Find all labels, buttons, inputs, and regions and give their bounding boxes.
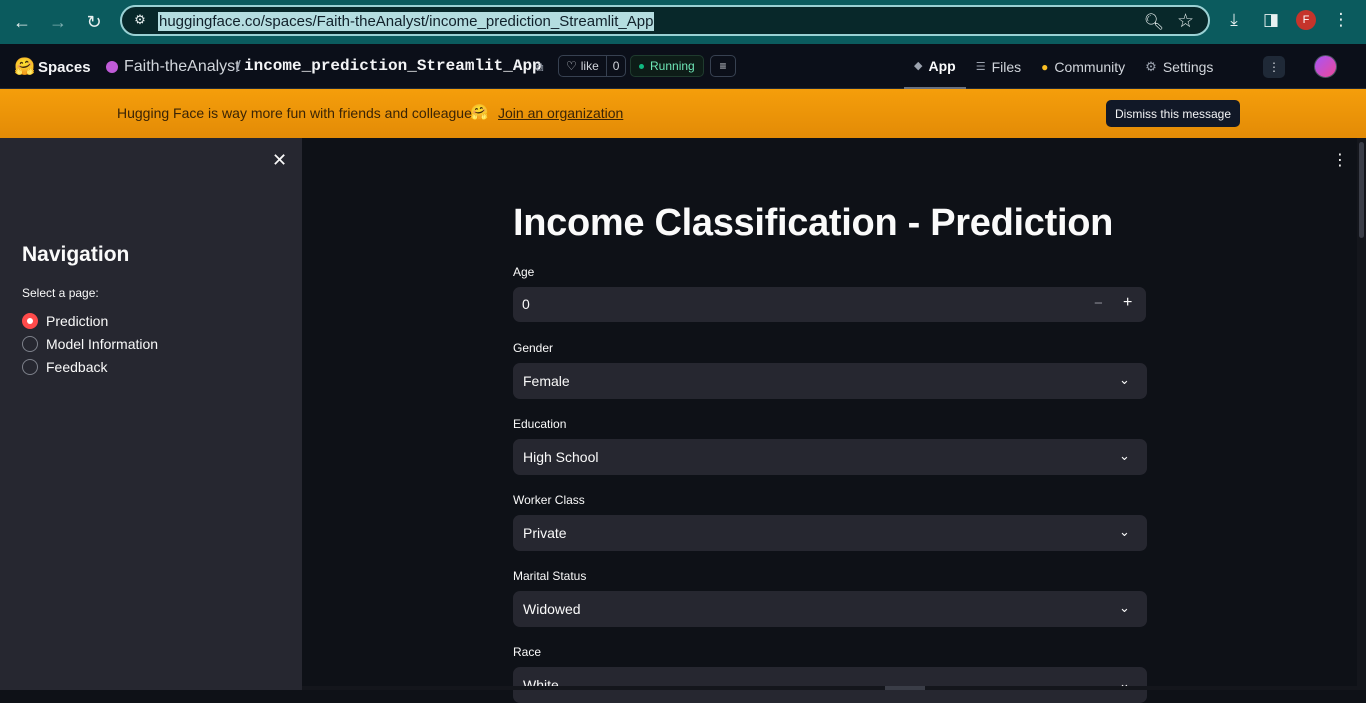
page-radio-group: Prediction Model Information Feedback: [22, 309, 158, 378]
worker-class-value: Private: [523, 525, 567, 541]
race-value: White: [523, 677, 559, 693]
tab-label: Settings: [1162, 58, 1214, 75]
dismiss-button[interactable]: Dismiss this message: [1106, 100, 1240, 127]
age-number-input[interactable]: 0 − +: [513, 287, 1146, 322]
side-panel-icon[interactable]: ◨: [1259, 8, 1283, 32]
gender-label: Gender: [513, 341, 554, 355]
gear-icon: ⚙: [1145, 58, 1157, 74]
decrement-icon[interactable]: −: [1094, 295, 1103, 312]
org-banner: Hugging Face is way more fun with friend…: [0, 89, 1366, 138]
education-label: Education: [513, 417, 567, 431]
status-badge[interactable]: Running: [630, 55, 704, 77]
hf-header: 🤗 Spaces Faith-theAnalyst / income_predi…: [0, 44, 1366, 89]
radio-unselected-icon[interactable]: [22, 358, 38, 375]
tab-files[interactable]: ☰ Files: [966, 44, 1031, 89]
heart-icon: ♡: [566, 59, 577, 73]
radio-model-information[interactable]: Model Information: [22, 332, 158, 355]
status-text: Running: [650, 59, 695, 73]
scrollbar-thumb[interactable]: [885, 686, 925, 690]
hugging-face-logo-icon[interactable]: 🤗: [14, 57, 35, 77]
page-select-label: Select a page:: [22, 286, 99, 300]
copy-icon[interactable]: ⧉: [535, 60, 544, 75]
radio-unselected-icon[interactable]: [22, 335, 38, 352]
more-options-icon[interactable]: ⋮: [1263, 56, 1285, 78]
close-icon[interactable]: ✕: [272, 150, 287, 171]
url-text[interactable]: huggingface.co/spaces/Faith-theAnalyst/i…: [158, 12, 655, 31]
gender-value: Female: [523, 373, 570, 389]
app-menu-icon[interactable]: ⋮: [1332, 150, 1348, 170]
increment-icon[interactable]: +: [1123, 294, 1132, 312]
like-button[interactable]: ♡ like 0: [558, 55, 627, 77]
download-icon[interactable]: ⤓: [1222, 8, 1246, 32]
gender-select[interactable]: Female ⌄: [513, 363, 1147, 399]
age-value[interactable]: 0: [522, 296, 530, 312]
scrollbar-thumb[interactable]: [1359, 142, 1364, 238]
marital-status-value: Widowed: [523, 601, 581, 617]
worker-class-select[interactable]: Private ⌄: [513, 515, 1147, 551]
user-avatar[interactable]: [1314, 55, 1337, 78]
education-select[interactable]: High School ⌄: [513, 439, 1147, 475]
banner-message: Hugging Face is way more fun with friend…: [117, 105, 483, 121]
chevron-down-icon: ⌄: [1119, 524, 1130, 539]
path-separator: /: [236, 57, 241, 76]
chevron-down-icon: ⌄: [1119, 600, 1130, 615]
page-title: Income Classification - Prediction: [513, 202, 1114, 244]
owner-avatar: [106, 61, 118, 73]
tab-label: Files: [991, 58, 1022, 75]
chevron-down-icon: ⌄: [1119, 448, 1130, 463]
education-value: High School: [523, 449, 599, 465]
join-organization-link[interactable]: Join an organization: [498, 105, 623, 121]
site-settings-icon[interactable]: ⚙: [130, 12, 150, 30]
spaces-link[interactable]: Spaces: [38, 59, 91, 76]
back-arrow-icon[interactable]: ←: [8, 8, 36, 36]
race-label: Race: [513, 645, 542, 659]
zoom-icon[interactable]: 🔍︎: [1144, 12, 1164, 32]
files-icon: ☰: [975, 61, 986, 73]
radio-label: Model Information: [46, 335, 159, 352]
space-tabs: ◆ App ☰ Files ● Community ⚙ Settings: [904, 44, 1223, 89]
radio-feedback[interactable]: Feedback: [22, 355, 158, 378]
marital-status-label: Marital Status: [513, 569, 587, 583]
main-content: ⋮ Income Classification - Prediction Age…: [302, 138, 1357, 703]
reload-icon[interactable]: ↻: [80, 8, 108, 36]
sidebar-title: Navigation: [22, 243, 130, 266]
tab-community[interactable]: ● Community: [1031, 44, 1135, 89]
like-count: 0: [605, 56, 626, 76]
forward-arrow-icon[interactable]: →: [44, 8, 72, 36]
radio-label: Feedback: [46, 358, 108, 375]
sidebar: ✕ Navigation Select a page: Prediction M…: [0, 138, 302, 690]
horizontal-scrollbar[interactable]: [302, 686, 1357, 690]
radio-label: Prediction: [46, 312, 109, 329]
status-dot-icon: [639, 63, 644, 69]
worker-class-label: Worker Class: [513, 493, 585, 507]
tab-label: App: [928, 57, 956, 74]
logs-button[interactable]: ≡: [710, 55, 736, 77]
like-label: like: [580, 59, 599, 73]
tab-settings[interactable]: ⚙ Settings: [1135, 44, 1223, 89]
repo-name-link[interactable]: income_prediction_Streamlit_App: [244, 57, 542, 75]
cube-icon: ◆: [914, 60, 923, 72]
vertical-scrollbar[interactable]: [1357, 138, 1366, 690]
tab-label: Community: [1054, 58, 1126, 75]
radio-prediction[interactable]: Prediction: [22, 309, 158, 332]
address-bar[interactable]: ⚙ huggingface.co/spaces/Faith-theAnalyst…: [120, 5, 1210, 36]
hugging-face-emoji-icon: 🤗: [470, 104, 489, 121]
browser-toolbar: ← → ↻ ⚙ huggingface.co/spaces/Faith-theA…: [0, 0, 1366, 44]
profile-avatar[interactable]: F: [1296, 10, 1316, 30]
owner-link[interactable]: Faith-theAnalyst: [124, 58, 240, 76]
chevron-down-icon: ⌄: [1119, 372, 1130, 387]
community-icon: ●: [1041, 59, 1049, 74]
tab-app[interactable]: ◆ App: [904, 44, 966, 89]
bookmark-star-icon[interactable]: ☆: [1177, 10, 1194, 33]
marital-status-select[interactable]: Widowed ⌄: [513, 591, 1147, 627]
radio-selected-icon[interactable]: [22, 312, 38, 329]
browser-menu-icon[interactable]: ⋮: [1329, 8, 1353, 32]
race-select[interactable]: White ⌄: [513, 667, 1147, 703]
age-label: Age: [513, 265, 535, 279]
